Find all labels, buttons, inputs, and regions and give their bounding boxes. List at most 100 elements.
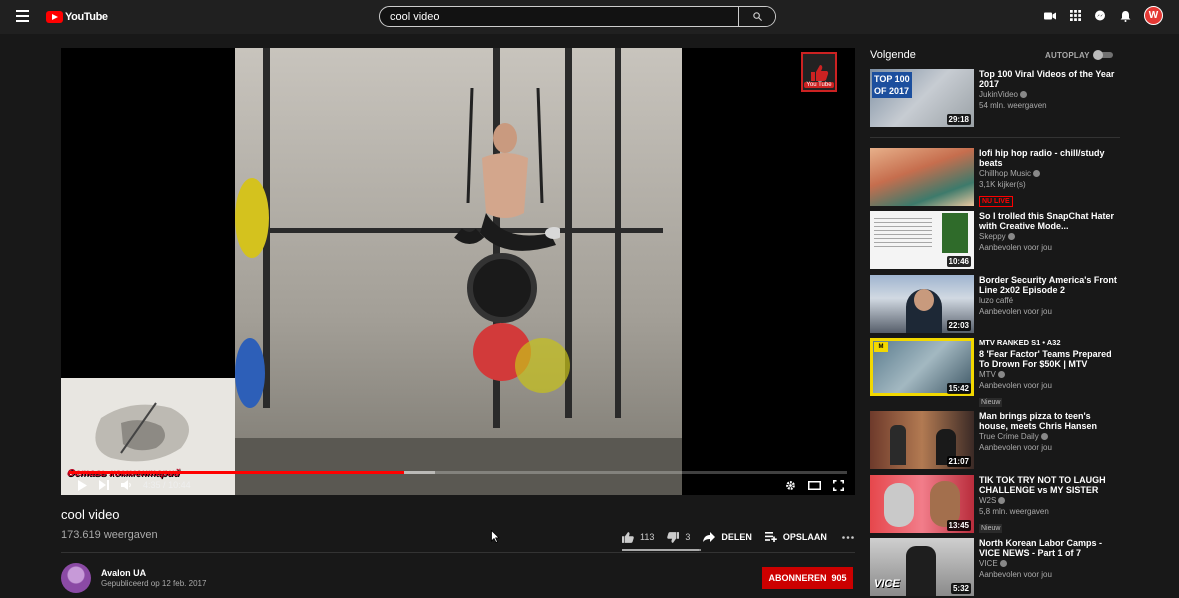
autoplay-label: AUTOPLAY: [1045, 51, 1090, 60]
new-badge: Nieuw: [979, 524, 1003, 533]
search-icon: [752, 12, 762, 22]
notifications-bell-icon[interactable]: [1119, 10, 1131, 22]
subscribe-label: ABONNEREN: [768, 573, 827, 583]
video-thumbnail[interactable]: 21:07: [870, 411, 974, 469]
messages-icon[interactable]: [1094, 10, 1106, 22]
verified-check-icon: [1040, 433, 1048, 440]
subscribe-button[interactable]: ABONNEREN 905: [762, 567, 853, 589]
youtube-logo[interactable]: YouTube: [46, 10, 108, 24]
watermark-label: You Tube: [804, 82, 834, 88]
publish-date: Gepubliceerd op 12 feb. 2017: [101, 579, 207, 588]
view-count: 173.619 weergaven: [61, 529, 158, 541]
play-button[interactable]: [71, 475, 93, 495]
recommended-video[interactable]: lofi hip hop radio - chill/study beats C…: [870, 148, 1120, 208]
video-title[interactable]: lofi hip hop radio - chill/study beats: [979, 148, 1120, 168]
apps-grid-icon[interactable]: [1069, 10, 1081, 22]
progress-played: [69, 471, 404, 474]
channel-name[interactable]: VICE: [979, 559, 998, 568]
recommended-video[interactable]: 13:45 TIK TOK TRY NOT TO LAUGH CHALLENGE…: [870, 475, 1120, 535]
create-video-icon[interactable]: [1044, 10, 1056, 22]
channel-name[interactable]: MTV: [979, 370, 996, 379]
channel-name[interactable]: JukinVideo: [979, 90, 1018, 99]
settings-button[interactable]: [779, 475, 801, 495]
video-thumbnail[interactable]: 10:46: [870, 211, 974, 269]
video-meta: Aanbevolen voor jou: [979, 243, 1052, 252]
more-actions-button[interactable]: [842, 535, 854, 539]
channel-name[interactable]: luzo caffé: [979, 295, 1120, 306]
gear-icon: [785, 480, 795, 490]
recommended-video[interactable]: 22:03 Border Security America's Front Li…: [870, 275, 1120, 335]
video-thumbnail[interactable]: 22:03: [870, 275, 974, 333]
share-button[interactable]: DELEN: [703, 532, 752, 542]
video-thumbnail[interactable]: TOP 100 OF 2017 29:18: [870, 69, 974, 127]
autoplay-toggle[interactable]: [1093, 50, 1113, 60]
video-title[interactable]: So I trolled this SnapChat Hater with Cr…: [979, 211, 1120, 231]
video-title[interactable]: Top 100 Viral Videos of the Year 2017: [979, 69, 1120, 89]
youtube-watermark-badge[interactable]: You Tube: [801, 52, 837, 92]
video-thumbnail[interactable]: M 15:42: [870, 338, 974, 396]
channel-name[interactable]: Chillhop Music: [979, 169, 1031, 178]
thumbs-down-icon: [667, 531, 680, 543]
verified-check-icon: [1033, 170, 1041, 177]
video-duration: 10:46: [946, 256, 971, 267]
recommended-video[interactable]: VICE 5:32 North Korean Labor Camps - VIC…: [870, 538, 1120, 598]
video-thumbnail[interactable]: VICE 5:32: [870, 538, 974, 596]
theater-icon: [807, 480, 821, 490]
video-thumbnail[interactable]: 13:45: [870, 475, 974, 533]
theater-mode-button[interactable]: [803, 475, 825, 495]
top-bar: YouTube W: [0, 0, 1179, 34]
new-badge: Nieuw: [979, 398, 1003, 407]
recommended-video[interactable]: M 15:42 MTV RANKED S1 • A32 8 'Fear Fact…: [870, 338, 1120, 407]
video-title[interactable]: Man brings pizza to teen's house, meets …: [979, 411, 1120, 431]
channel-name[interactable]: True Crime Daily: [979, 432, 1039, 441]
recommended-video[interactable]: 10:46 So I trolled this SnapChat Hater w…: [870, 211, 1120, 271]
dislike-button[interactable]: 3: [667, 531, 691, 543]
video-duration: 21:07: [946, 456, 971, 467]
video-title[interactable]: TIK TOK TRY NOT TO LAUGH CHALLENGE vs MY…: [979, 475, 1120, 495]
channel-name[interactable]: Avalon UA: [101, 568, 146, 578]
video-duration: 22:03: [946, 320, 971, 331]
video-title[interactable]: Border Security America's Front Line 2x0…: [979, 275, 1120, 295]
channel-name[interactable]: W2S: [979, 496, 996, 505]
menu-icon[interactable]: [16, 10, 29, 22]
video-meta: 3,1K kijker(s): [979, 180, 1026, 189]
up-next-heading: Volgende: [870, 49, 916, 61]
search-button[interactable]: [738, 7, 775, 26]
youtube-play-icon: [46, 11, 63, 23]
thumb-overlay-text: VICE: [874, 578, 900, 590]
channel-avatar[interactable]: [61, 563, 91, 593]
verified-check-icon: [997, 371, 1005, 378]
channel-name[interactable]: Skeppy: [979, 232, 1006, 241]
dislike-count: 3: [685, 532, 691, 542]
video-thumbnail[interactable]: [870, 148, 974, 206]
video-title[interactable]: 8 'Fear Factor' Teams Prepared To Drown …: [979, 349, 1120, 369]
save-button[interactable]: OPSLAAN: [764, 532, 827, 542]
series-label: MTV RANKED S1 • A32: [979, 338, 1061, 347]
account-avatar[interactable]: W: [1144, 6, 1163, 25]
athlete-figure: [454, 87, 560, 251]
time-display: 4:35 / 10:44: [143, 480, 191, 490]
recommended-video[interactable]: TOP 100 OF 2017 29:18 Top 100 Viral Vide…: [870, 69, 1120, 129]
video-title[interactable]: North Korean Labor Camps - VICE NEWS - P…: [979, 538, 1120, 558]
search-box: [379, 6, 776, 27]
video-duration: 5:32: [950, 583, 971, 594]
volume-button[interactable]: [115, 475, 137, 495]
thumbs-up-icon: [622, 531, 634, 543]
video-duration: 29:18: [946, 114, 971, 125]
verified-check-icon: [998, 497, 1006, 504]
like-count: 113: [640, 532, 655, 542]
progress-bar[interactable]: [69, 471, 847, 474]
volume-icon: [120, 480, 131, 490]
video-meta: Aanbevolen voor jou: [979, 307, 1052, 316]
like-button[interactable]: 113: [622, 531, 655, 543]
recommended-video[interactable]: 21:07 Man brings pizza to teen's house, …: [870, 411, 1120, 471]
search-input[interactable]: [380, 7, 738, 26]
more-horizontal-icon: [842, 535, 854, 539]
video-actions: 113 3 DELEN OPSLAAN: [622, 527, 867, 547]
fullscreen-button[interactable]: [827, 475, 849, 495]
video-player[interactable]: Оставь комментарий You Tube 4:35 / 10:44: [61, 48, 855, 495]
save-label: OPSLAAN: [782, 532, 827, 542]
share-label: DELEN: [721, 532, 752, 542]
next-button[interactable]: [93, 475, 115, 495]
up-next-separator: [870, 137, 1120, 138]
